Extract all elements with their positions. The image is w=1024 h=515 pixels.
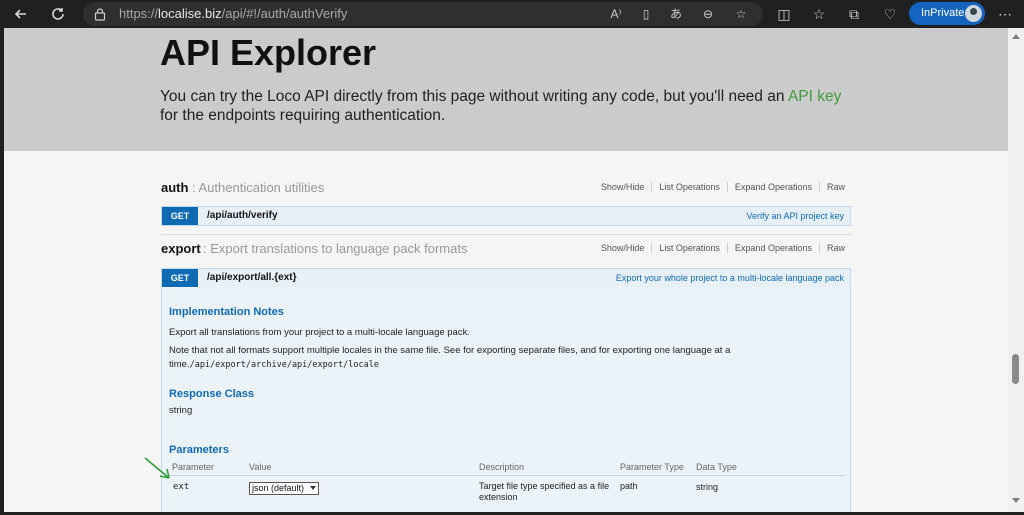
section-description: : Export translations to language pack f… — [203, 241, 468, 256]
translate-icon[interactable]: あ — [668, 7, 684, 21]
section-description: : Authentication utilities — [192, 180, 325, 195]
scroll-down-icon[interactable] — [1012, 498, 1020, 503]
section-header-export: export : Export translations to language… — [161, 241, 851, 261]
implementation-line-3: time./api/export/archive/api/export/loca… — [169, 358, 379, 372]
intro-text: You can try the Loco API directly from t… — [160, 88, 788, 105]
param-value-select[interactable]: json (default) — [249, 482, 319, 495]
method-badge[interactable]: GET — [162, 207, 198, 225]
section-name[interactable]: export — [161, 241, 201, 256]
param-type: path — [620, 481, 638, 491]
show-hide-link[interactable]: Show/Hide — [594, 243, 653, 253]
favorites-icon[interactable]: ☆ — [809, 4, 829, 24]
url-prefix: https:// — [119, 6, 159, 21]
operation-summary[interactable]: Export your whole project to a multi-loc… — [616, 273, 844, 283]
chevron-down-icon — [310, 486, 316, 490]
intro-tail: for the endpoints requiring authenticati… — [160, 107, 446, 124]
intro-paragraph: You can try the Loco API directly from t… — [160, 87, 860, 125]
col-header-parameter: Parameter — [172, 462, 215, 472]
operation-path[interactable]: /api/auth/verify — [207, 210, 278, 221]
param-description-line-2: extension — [479, 492, 518, 502]
api-key-link[interactable]: API key — [788, 88, 841, 105]
operation-details: Implementation Notes Export all translat… — [161, 287, 851, 512]
avatar — [965, 5, 982, 22]
method-badge[interactable]: GET — [162, 269, 198, 287]
response-class-value: string — [169, 405, 193, 416]
browser-essentials-icon[interactable]: ♡ — [880, 4, 900, 24]
param-description: Target file type specified as a file exte… — [479, 481, 609, 503]
raw-link[interactable]: Raw — [820, 182, 851, 192]
implementation-line-3-prefix: time. — [169, 359, 190, 370]
col-header-parameter-type: Parameter Type — [620, 462, 684, 472]
scrollbar-thumb[interactable] — [1012, 354, 1019, 384]
refresh-icon[interactable] — [47, 3, 69, 25]
implementation-notes-title: Implementation Notes — [169, 306, 284, 318]
favorite-star-icon[interactable]: ☆ — [733, 7, 749, 21]
implementation-code: /api/export/archive/api/export/locale — [189, 360, 379, 370]
param-description-line-1: Target file type specified as a file — [479, 481, 610, 491]
url-path: /api/#!/auth/authVerify — [221, 6, 348, 21]
back-arrow-icon[interactable] — [10, 3, 32, 25]
list-operations-link[interactable]: List Operations — [652, 182, 728, 192]
page-viewport: API Explorer You can try the Loco API di… — [4, 28, 1008, 512]
annotation-arrow-icon — [144, 457, 170, 479]
response-class-title: Response Class — [169, 388, 254, 400]
show-hide-link[interactable]: Show/Hide — [594, 182, 653, 192]
col-header-description: Description — [479, 462, 525, 472]
lock-icon — [94, 8, 106, 21]
scroll-up-icon[interactable] — [1012, 34, 1020, 39]
col-header-data-type: Data Type — [696, 462, 737, 472]
collections-icon[interactable]: ⧉ — [844, 4, 864, 24]
vertical-scrollbar[interactable] — [1008, 28, 1024, 512]
param-data-type: string — [696, 482, 719, 492]
expand-operations-link[interactable]: Expand Operations — [728, 182, 820, 192]
section-operations: Show/Hide List Operations Expand Operati… — [594, 182, 851, 192]
address-bar[interactable]: https://localise.biz/api/#!/auth/authVer… — [83, 2, 763, 26]
read-aloud-icon[interactable]: A⁾ — [608, 7, 624, 21]
param-value-selected: json (default) — [252, 483, 305, 493]
operation-row-auth-verify[interactable]: GET /api/auth/verify Verify an API proje… — [161, 206, 851, 226]
inprivate-button[interactable]: InPrivate — [909, 2, 985, 25]
section-operations: Show/Hide List Operations Expand Operati… — [594, 243, 851, 253]
refresh-icon — [52, 8, 64, 20]
zoom-out-icon[interactable]: ⊖ — [700, 7, 716, 21]
split-screen-icon[interactable]: ◫ — [774, 4, 794, 24]
list-operations-link[interactable]: List Operations — [652, 243, 728, 253]
section-name[interactable]: auth — [161, 180, 188, 195]
url-host: localise.biz — [158, 6, 222, 21]
section-header-auth: auth : Authentication utilities Show/Hid… — [161, 180, 851, 200]
operation-summary[interactable]: Verify an API project key — [746, 211, 844, 221]
operation-path[interactable]: /api/export/all.{ext} — [207, 272, 296, 283]
url-text: https://localise.biz/api/#!/auth/authVer… — [119, 6, 347, 21]
section-divider — [161, 234, 851, 235]
inprivate-label: InPrivate — [921, 7, 965, 19]
hero-banner: API Explorer You can try the Loco API di… — [4, 28, 1008, 151]
immersive-reader-icon[interactable]: ▯ — [638, 7, 654, 21]
browser-toolbar: https://localise.biz/api/#!/auth/authVer… — [0, 0, 1024, 28]
raw-link[interactable]: Raw — [820, 243, 851, 253]
col-header-value: Value — [249, 462, 272, 472]
implementation-line-2: Note that not all formats support multip… — [169, 345, 731, 356]
implementation-line-1: Export all translations from your projec… — [169, 327, 470, 338]
more-menu-icon[interactable]: ⋯ — [995, 4, 1015, 24]
page-title: API Explorer — [160, 32, 377, 73]
expand-operations-link[interactable]: Expand Operations — [728, 243, 820, 253]
operation-row-export-all[interactable]: GET /api/export/all.{ext} Export your wh… — [161, 268, 851, 288]
back-arrow-icon — [14, 9, 26, 19]
table-header-rule — [169, 475, 845, 476]
